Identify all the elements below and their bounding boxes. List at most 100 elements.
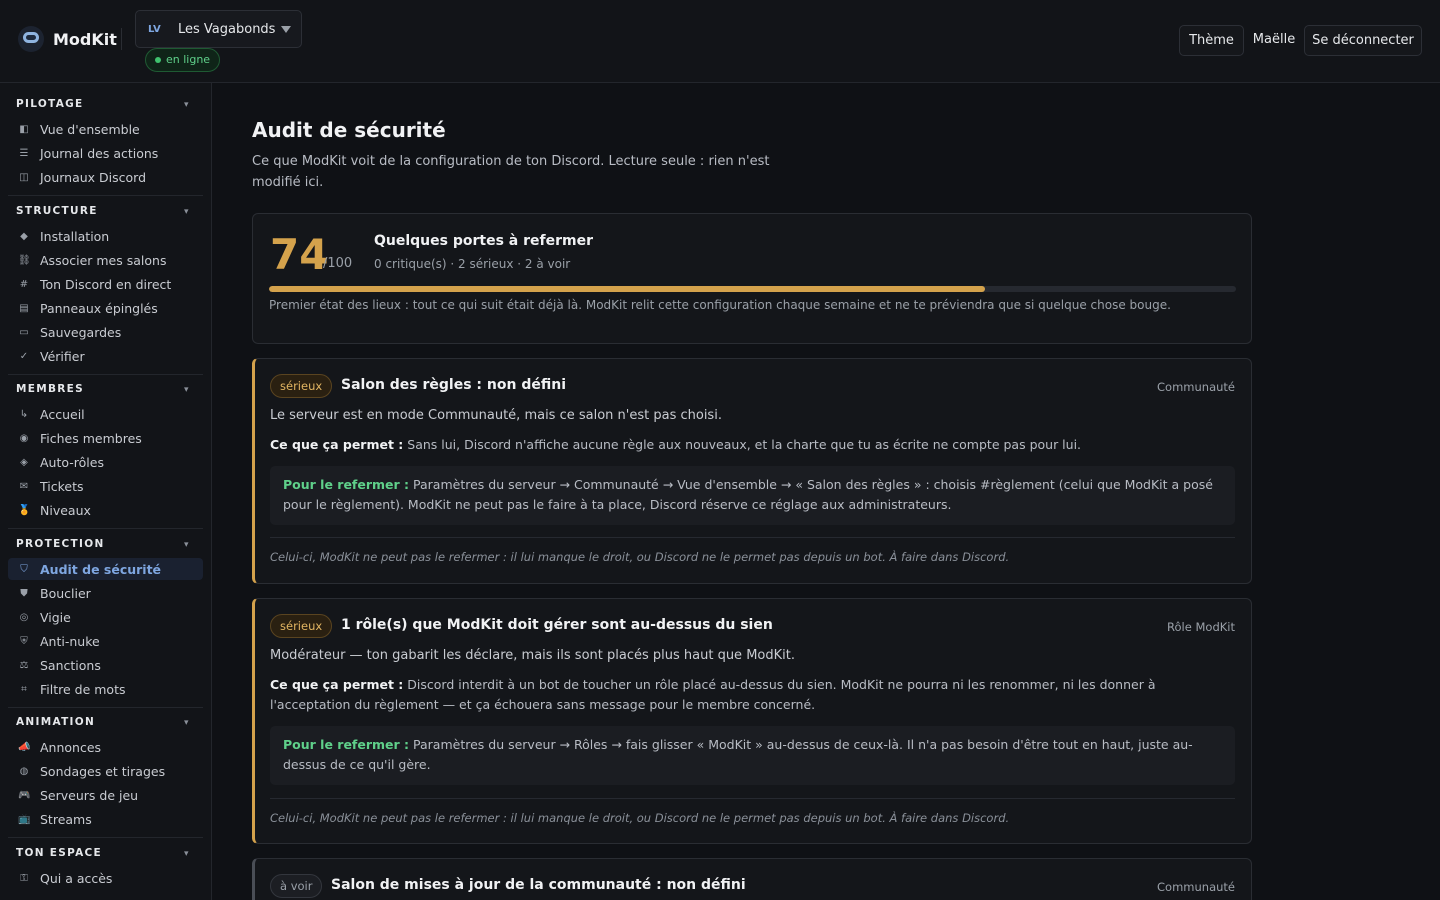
impact-text: Discord interdit à un bot de toucher un … xyxy=(270,677,1156,712)
sidebar-item-installation[interactable]: ◆ Installation xyxy=(8,225,203,247)
issue-card: sérieux Salon des règles : non défini Co… xyxy=(252,358,1252,584)
page-title: Audit de sécurité xyxy=(252,118,446,142)
sidebar-item-anti-nuke[interactable]: ⛨ Anti-nuke xyxy=(8,630,203,652)
score-note: Premier état des lieux : tout ce qui sui… xyxy=(269,298,1171,312)
filter-icon: ⌗ xyxy=(21,683,27,695)
sidebar-item-label: Installation xyxy=(40,228,110,244)
section-title-membres[interactable]: MEMBRES xyxy=(16,383,84,395)
section-title-structure[interactable]: STRUCTURE xyxy=(16,205,98,217)
app-name: ModKit xyxy=(53,29,117,49)
sidebar-item-discord-direct[interactable]: # Ton Discord en direct xyxy=(8,273,203,295)
role-icon: ◈ xyxy=(20,456,28,468)
poll-icon: ◍ xyxy=(19,765,29,777)
score-progress-bar xyxy=(269,286,1236,292)
key-icon: ⚿ xyxy=(20,872,28,884)
fix-text: Paramètres du serveur → Communauté → Vue… xyxy=(283,477,1213,512)
sidebar-item-filtre-mots[interactable]: ⌗ Filtre de mots xyxy=(8,678,203,700)
impact-label: Ce que ça permet : xyxy=(270,677,404,692)
sidebar-item-panneaux-epingles[interactable]: ▤ Panneaux épinglés xyxy=(8,297,203,319)
shield-icon: ⛊ xyxy=(20,587,28,599)
sidebar-item-niveaux[interactable]: 🏅 Niveaux xyxy=(8,499,203,521)
sidebar-item-annonces[interactable]: 📣 Annonces xyxy=(8,736,203,758)
manual-fix-note: Celui-ci, ModKit ne peut pas le refermer… xyxy=(270,550,1010,564)
sidebar-item-streams[interactable]: 📺 Streams xyxy=(8,808,203,830)
megaphone-icon: 📣 xyxy=(18,741,31,753)
chevron-down-icon[interactable]: ▾ xyxy=(184,385,189,395)
chevron-down-icon[interactable]: ▾ xyxy=(184,718,189,728)
sidebar-item-tickets[interactable]: ✉ Tickets xyxy=(8,475,203,497)
gamepad-icon: 🎮 xyxy=(18,789,31,801)
card-divider xyxy=(270,798,1235,799)
severity-badge: à voir xyxy=(270,874,323,898)
theme-button[interactable]: Thème xyxy=(1179,25,1244,56)
section-divider xyxy=(8,528,203,529)
section-divider xyxy=(8,195,203,196)
guild-selector[interactable]: LV Les Vagabonds xyxy=(135,10,302,48)
tv-icon: 📺 xyxy=(18,813,31,825)
sidebar-item-auto-roles[interactable]: ◈ Auto-rôles xyxy=(8,451,203,473)
fix-box: Pour le refermer : Paramètres du serveur… xyxy=(270,466,1235,525)
page-subtitle: Ce que ModKit voit de la configuration d… xyxy=(252,154,770,190)
issue-category: Rôle ModKit xyxy=(1167,620,1235,634)
overview-icon: ◧ xyxy=(19,123,29,135)
section-title-animation[interactable]: ANIMATION xyxy=(16,716,95,728)
issue-category: Communauté xyxy=(1157,380,1235,394)
sidebar-item-fiches-membres[interactable]: ◉ Fiches membres xyxy=(8,427,203,449)
score-max: /100 xyxy=(323,256,353,271)
manual-fix-note: Celui-ci, ModKit ne peut pas le refermer… xyxy=(270,811,1010,825)
modkit-logo-icon xyxy=(18,26,44,52)
panel-icon: ▤ xyxy=(19,302,29,314)
shield-cross-icon: ⛨ xyxy=(20,635,28,647)
sidebar-item-label: Serveurs de jeu xyxy=(40,787,139,803)
main-content: Audit de sécurité Ce que ModKit voit de … xyxy=(212,83,1440,900)
section-divider xyxy=(8,707,203,708)
sidebar-item-label: Tickets xyxy=(40,478,84,494)
sidebar-item-label: Vue d'ensemble xyxy=(40,121,140,137)
diamond-icon: ◆ xyxy=(20,230,28,242)
impact-text: Sans lui, Discord n'affiche aucune règle… xyxy=(407,437,1082,452)
sidebar-item-qui-a-acces[interactable]: ⚿ Qui a accès xyxy=(8,867,203,889)
sidebar-item-journal-actions[interactable]: ☰ Journal des actions xyxy=(8,142,203,164)
medal-icon: 🏅 xyxy=(18,504,31,516)
sidebar-item-associer-salons[interactable]: ⛓ Associer mes salons xyxy=(8,249,203,271)
check-icon: ✓ xyxy=(19,350,29,362)
logout-button[interactable]: Se déconnecter xyxy=(1304,25,1422,56)
sidebar-item-bouclier[interactable]: ⛊ Bouclier xyxy=(8,582,203,604)
sidebar-item-journaux-discord[interactable]: ◫ Journaux Discord xyxy=(8,166,203,188)
sidebar-item-label: Vigie xyxy=(40,609,71,625)
sidebar-item-vue-ensemble[interactable]: ◧ Vue d'ensemble xyxy=(8,118,203,140)
section-title-protection[interactable]: PROTECTION xyxy=(16,538,105,550)
sidebar-item-sauvegardes[interactable]: ▭ Sauvegardes xyxy=(8,321,203,343)
brand[interactable]: ModKit xyxy=(18,26,117,52)
sidebar-item-label: Panneaux épinglés xyxy=(40,300,158,316)
sidebar-item-verifier[interactable]: ✓ Vérifier xyxy=(8,345,203,367)
eye-icon: ◎ xyxy=(19,611,29,623)
fix-box: Pour le refermer : Paramètres du serveur… xyxy=(270,726,1235,785)
chevron-down-icon[interactable]: ▾ xyxy=(184,540,189,550)
sidebar-item-label: Sondages et tirages xyxy=(40,763,166,779)
chevron-down-icon[interactable]: ▾ xyxy=(184,849,189,859)
sidebar-item-vigie[interactable]: ◎ Vigie xyxy=(8,606,203,628)
severity-badge: sérieux xyxy=(270,614,333,638)
sidebar-item-serveurs-jeu[interactable]: 🎮 Serveurs de jeu xyxy=(8,784,203,806)
issue-title: Salon de mises à jour de la communauté :… xyxy=(331,877,746,893)
sidebar-item-audit-securite[interactable]: ⛉ Audit de sécurité xyxy=(8,558,203,580)
section-divider xyxy=(8,837,203,838)
chevron-down-icon[interactable]: ▾ xyxy=(184,100,189,110)
sidebar-item-label: Associer mes salons xyxy=(40,252,167,268)
sidebar-item-label: Qui a accès xyxy=(40,870,113,886)
sidebar-item-sanctions[interactable]: ⚖ Sanctions xyxy=(8,654,203,676)
section-title-pilotage[interactable]: PILOTAGE xyxy=(16,98,84,110)
user-name[interactable]: Maëlle xyxy=(1248,25,1300,56)
sidebar-item-label: Vérifier xyxy=(40,348,85,364)
score-title: Quelques portes à refermer xyxy=(374,233,593,249)
fix-label: Pour le refermer : xyxy=(283,477,410,492)
sidebar-item-label: Annonces xyxy=(40,739,102,755)
sidebar-item-label: Journaux Discord xyxy=(40,169,147,185)
issue-category: Communauté xyxy=(1157,880,1235,894)
sidebar-item-accueil[interactable]: ↳ Accueil xyxy=(8,403,203,425)
sidebar-item-sondages[interactable]: ◍ Sondages et tirages xyxy=(8,760,203,782)
chevron-down-icon[interactable]: ▾ xyxy=(184,207,189,217)
section-title-ton-espace[interactable]: TON ESPACE xyxy=(16,847,102,859)
sidebar-item-label: Niveaux xyxy=(40,502,91,518)
